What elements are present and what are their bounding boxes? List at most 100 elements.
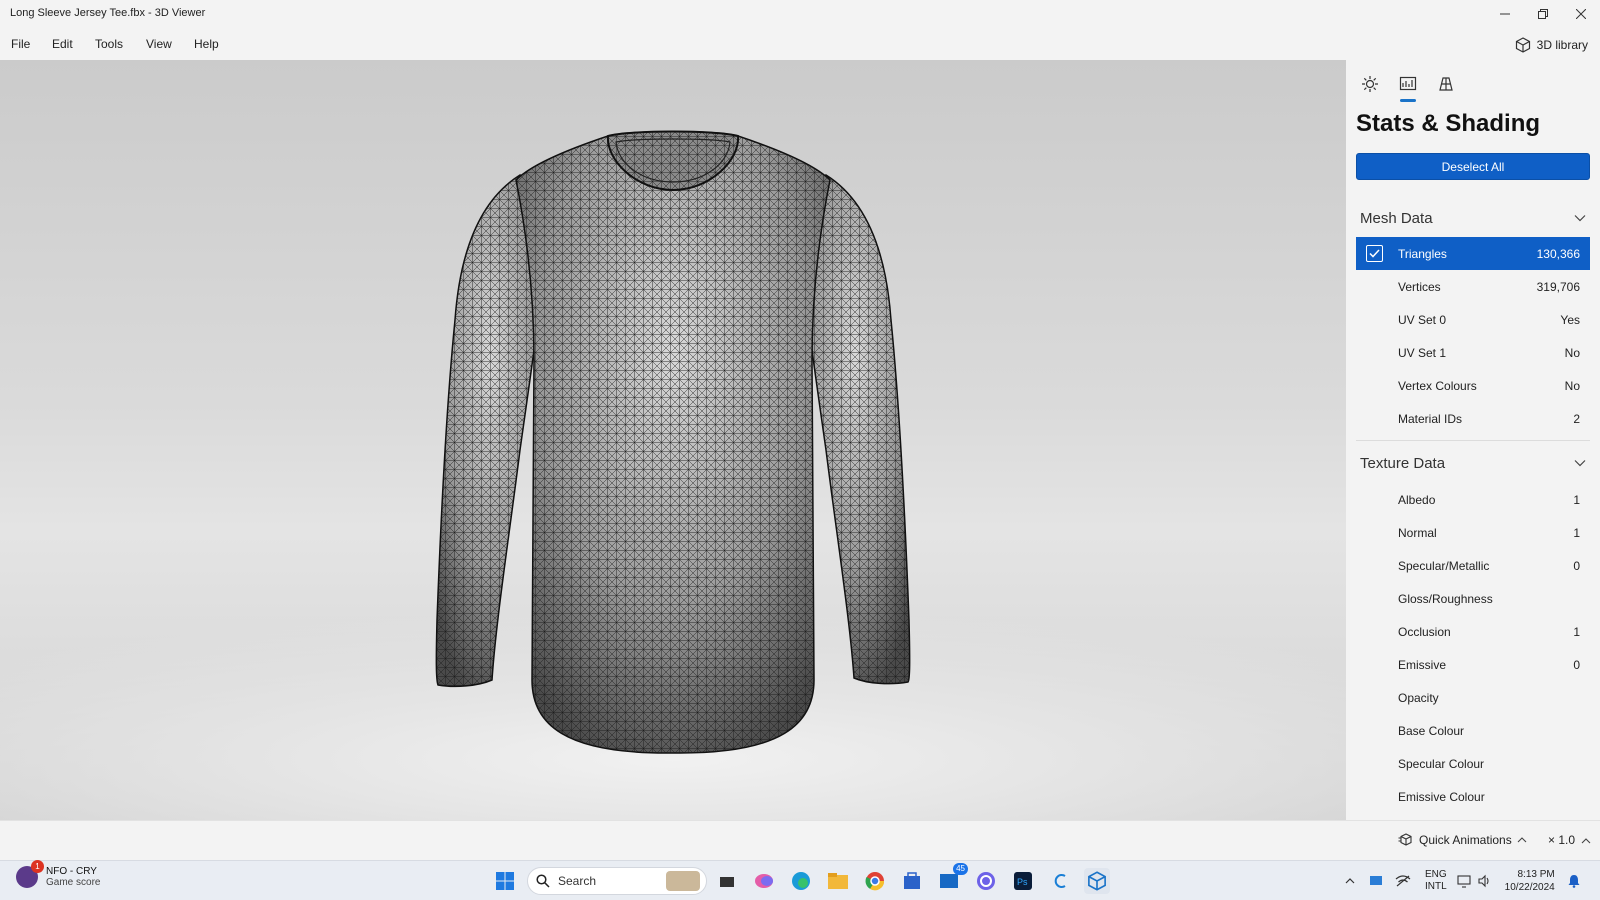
game-widget[interactable]: 1 NFO - CRY Game score: [16, 860, 101, 888]
mesh-data-heading: Mesh Data: [1360, 209, 1433, 227]
cube-icon: [1515, 37, 1530, 53]
network-off-icon[interactable]: [1395, 874, 1411, 888]
game-title: NFO - CRY: [46, 866, 97, 877]
row-label: Occlusion: [1398, 624, 1451, 639]
texture-row-specular-metallic[interactable]: Specular/Metallic 0: [1356, 549, 1590, 582]
3d-viewport[interactable]: [0, 60, 1346, 820]
3d-library-label: 3D library: [1536, 38, 1588, 52]
texture-data-heading: Texture Data: [1360, 454, 1446, 472]
edge-icon[interactable]: [788, 868, 814, 894]
chevron-up-icon[interactable]: [1345, 878, 1355, 884]
row-label: Albedo: [1398, 492, 1436, 507]
clock-date[interactable]: 10/22/2024: [1505, 881, 1555, 894]
row-label: Triangles: [1398, 246, 1447, 261]
chrome-icon[interactable]: [862, 868, 888, 894]
menu-bar: File Edit Tools View Help 3D library: [0, 28, 1600, 60]
cortana-icon[interactable]: [1047, 868, 1073, 894]
row-label: UV Set 0: [1398, 312, 1447, 327]
notification-bell-icon[interactable]: [1567, 874, 1581, 888]
deselect-all-button[interactable]: Deselect All: [1356, 153, 1590, 180]
texture-row-occlusion[interactable]: Occlusion 1: [1356, 615, 1590, 648]
row-value: 1: [1573, 492, 1580, 507]
tab-lighting[interactable]: [1354, 68, 1386, 100]
mesh-data-header[interactable]: Mesh Data: [1356, 203, 1590, 233]
3d-viewer-icon[interactable]: [1084, 868, 1110, 894]
row-value: 0: [1573, 558, 1580, 573]
mesh-row-vertex-colours[interactable]: Vertex Colours No: [1356, 369, 1590, 402]
3d-library-button[interactable]: 3D library: [1515, 34, 1588, 56]
tab-stats[interactable]: [1392, 68, 1424, 102]
speed-label: × 1.0: [1548, 833, 1576, 847]
language-code[interactable]: ENG: [1425, 869, 1447, 881]
outlook-badge: 45: [953, 863, 968, 875]
taskbar-search[interactable]: Search: [527, 867, 707, 895]
row-value: 2: [1573, 411, 1580, 426]
mesh-row-material-ids[interactable]: Material IDs 2: [1356, 402, 1590, 435]
stats-icon: [1399, 76, 1417, 91]
system-tray: ENG INTL 8:13 PM 10/22/2024: [1345, 861, 1581, 900]
menu-file[interactable]: File: [11, 37, 30, 51]
row-label: Specular/Metallic: [1398, 558, 1490, 573]
texture-row-emissive[interactable]: Emissive 0: [1356, 648, 1590, 681]
texture-row-emissive-colour[interactable]: Emissive Colour: [1356, 780, 1590, 813]
mesh-row-vertices[interactable]: Vertices 319,706: [1356, 270, 1590, 303]
row-value: Yes: [1560, 312, 1580, 327]
start-button[interactable]: [492, 868, 518, 894]
shirt-model[interactable]: [0, 60, 1346, 820]
chevron-down-icon: [1574, 215, 1586, 222]
speed-selector[interactable]: × 1.0: [1548, 833, 1591, 847]
mesh-row-uv-set-0[interactable]: UV Set 0 Yes: [1356, 303, 1590, 336]
animation-bar: Quick Animations × 1.0: [0, 820, 1600, 860]
search-highlight-icon: [666, 871, 700, 891]
row-label: Specular Colour: [1398, 756, 1485, 771]
chevron-up-icon: [1581, 838, 1591, 844]
windows-icon: [496, 872, 514, 890]
outlook-icon[interactable]: 45: [936, 863, 968, 894]
task-view-icon[interactable]: [714, 868, 740, 894]
texture-row-specular-colour[interactable]: Specular Colour: [1356, 747, 1590, 780]
texture-row-base-colour[interactable]: Base Colour: [1356, 714, 1590, 747]
row-value: No: [1564, 345, 1580, 360]
quick-animations-button[interactable]: Quick Animations: [1398, 833, 1527, 847]
close-button[interactable]: [1562, 0, 1600, 28]
tab-grid[interactable]: [1430, 68, 1462, 100]
c-app-icon[interactable]: [973, 868, 999, 894]
menu-view[interactable]: View: [146, 37, 172, 51]
row-value: 319,706: [1536, 279, 1580, 294]
texture-row-gloss-roughness[interactable]: Gloss/Roughness: [1356, 582, 1590, 615]
animation-icon: [1398, 833, 1412, 846]
game-subtitle: Game score: [46, 877, 101, 888]
restore-button[interactable]: [1524, 0, 1562, 28]
row-value: No: [1564, 378, 1580, 393]
sun-icon: [1362, 76, 1378, 92]
minimize-button[interactable]: [1486, 0, 1524, 28]
texture-row-opacity[interactable]: Opacity: [1356, 681, 1590, 714]
menu-help[interactable]: Help: [194, 37, 219, 51]
photoshop-icon[interactable]: Ps: [1010, 868, 1036, 894]
row-label: Material IDs: [1398, 411, 1463, 426]
language-layout[interactable]: INTL: [1425, 881, 1447, 893]
menu-tools[interactable]: Tools: [95, 37, 123, 51]
speaker-icon[interactable]: [1477, 874, 1491, 888]
display-icon[interactable]: [1369, 874, 1383, 888]
monitor-icon[interactable]: [1457, 874, 1471, 888]
texture-row-normal[interactable]: Normal 1: [1356, 516, 1590, 549]
mesh-row-uv-set-1[interactable]: UV Set 1 No: [1356, 336, 1590, 369]
row-label: UV Set 1: [1398, 345, 1447, 360]
section-divider: [1356, 440, 1590, 441]
menu-edit[interactable]: Edit: [52, 37, 73, 51]
chevron-up-icon: [1517, 837, 1527, 843]
row-value: 1: [1573, 624, 1580, 639]
checkbox[interactable]: [1366, 245, 1383, 262]
store-icon[interactable]: [899, 868, 925, 894]
mesh-row-triangles[interactable]: Triangles 130,366: [1356, 237, 1590, 270]
row-value: 0: [1573, 657, 1580, 672]
file-explorer-icon[interactable]: [825, 868, 851, 894]
texture-row-albedo[interactable]: Albedo 1: [1356, 483, 1590, 516]
search-placeholder: Search: [558, 874, 597, 888]
chevron-down-icon: [1574, 460, 1586, 467]
copilot-icon[interactable]: [751, 868, 777, 894]
clock-time[interactable]: 8:13 PM: [1517, 868, 1554, 881]
title-bar: Long Sleeve Jersey Tee.fbx - 3D Viewer: [0, 0, 1600, 28]
texture-data-header[interactable]: Texture Data: [1356, 448, 1590, 478]
